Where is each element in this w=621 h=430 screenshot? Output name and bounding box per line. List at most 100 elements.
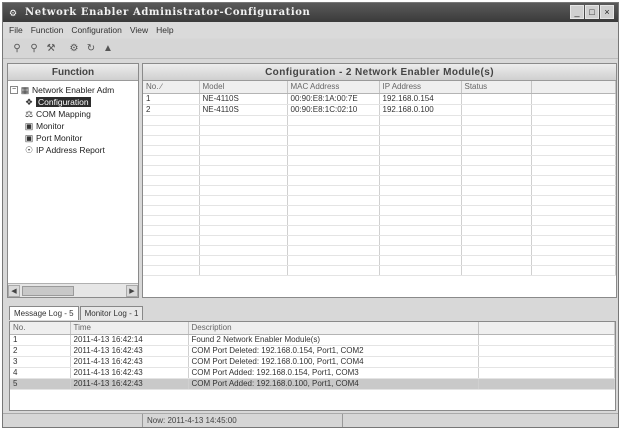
cell-status	[461, 104, 532, 116]
horizontal-scrollbar[interactable]: ◀ ▶	[8, 283, 138, 297]
column-header[interactable]: Time	[70, 322, 189, 335]
table-row-empty	[143, 155, 616, 166]
menu-help[interactable]: Help	[156, 25, 173, 35]
refresh-icon[interactable]: ↻	[85, 43, 97, 55]
cell-filler	[531, 93, 616, 105]
scroll-right-icon[interactable]: ▶	[126, 284, 138, 297]
tree-node-com-mapping[interactable]: ⚖ COM Mapping	[10, 108, 136, 120]
menu-file[interactable]: File	[9, 25, 23, 35]
module-table: No. ∕ Model MAC Address IP Address Statu…	[143, 81, 616, 276]
cell-status	[461, 93, 532, 105]
table-row-empty	[143, 195, 616, 206]
collapse-icon[interactable]: −	[10, 86, 18, 94]
table-row-empty	[143, 115, 616, 126]
tree-node-label: IP Address Report	[36, 145, 105, 155]
column-header[interactable]: No. ∕	[143, 81, 200, 94]
search-icon[interactable]: ⚲	[11, 43, 23, 55]
configuration-panel: Configuration - 2 Network Enabler Module…	[142, 63, 617, 298]
log-row[interactable]: 4 2011-4-13 16:42:43 COM Port Added: 192…	[10, 367, 615, 379]
cell-no: 1	[10, 334, 71, 346]
cell-time: 2011-4-13 16:42:43	[70, 378, 189, 390]
tab-message-log[interactable]: Message Log - 5	[9, 306, 79, 320]
table-row-empty	[143, 185, 616, 196]
mapping-icon: ⚖	[24, 109, 34, 119]
table-header-row: No. ∕ Model MAC Address IP Address Statu…	[143, 81, 616, 94]
menu-function[interactable]: Function	[31, 25, 64, 35]
cell-no: 1	[143, 93, 200, 105]
function-tree: − ▦ Network Enabler Adm ❖ Configuration …	[8, 81, 138, 279]
tree-node-label: Port Monitor	[36, 133, 83, 143]
column-header[interactable]: Description	[188, 322, 479, 335]
tree-node-ip-report[interactable]: ☉ IP Address Report	[10, 144, 136, 156]
close-button[interactable]: ×	[600, 5, 614, 19]
log-row[interactable]: 3 2011-4-13 16:42:43 COM Port Deleted: 1…	[10, 356, 615, 368]
window-controls: _ □ ×	[570, 5, 614, 19]
tree-node-port-monitor[interactable]: ▣ Port Monitor	[10, 132, 136, 144]
menu-configuration[interactable]: Configuration	[71, 25, 122, 35]
table-row-empty	[143, 145, 616, 156]
table-row-empty	[143, 215, 616, 226]
function-panel-title: Function	[8, 64, 138, 81]
tree-node-configuration[interactable]: ❖ Configuration	[10, 96, 136, 108]
menu-view[interactable]: View	[130, 25, 148, 35]
tree-node-root[interactable]: − ▦ Network Enabler Adm	[10, 84, 136, 96]
cell-filler	[478, 356, 615, 368]
monitor-icon: ▣	[24, 133, 34, 143]
function-panel: Function − ▦ Network Enabler Adm ❖ Confi…	[7, 63, 139, 298]
cell-no: 5	[10, 378, 71, 390]
minimize-button[interactable]: _	[570, 5, 584, 19]
tree-node-label: Monitor	[36, 121, 65, 131]
cell-model: NE-4110S	[199, 93, 288, 105]
log-row-selected[interactable]: 5 2011-4-13 16:42:43 COM Port Added: 192…	[10, 378, 615, 390]
status-bar: Now: 2011-4-13 14:45:00	[3, 413, 618, 427]
cell-filler	[478, 334, 615, 346]
settings-icon[interactable]: ⚙	[68, 43, 80, 55]
monitor-icon: ▣	[24, 121, 34, 131]
table-row-empty	[143, 265, 616, 276]
cell-ip: 192.168.0.154	[379, 93, 462, 105]
title-bar[interactable]: ⚙ Network Enabler Administrator-Configur…	[3, 3, 618, 22]
window-title: Network Enabler Administrator-Configurat…	[25, 7, 311, 18]
table-row-empty	[143, 255, 616, 266]
table-row-empty	[143, 225, 616, 236]
configuration-panel-title: Configuration - 2 Network Enabler Module…	[143, 64, 616, 81]
table-row-empty	[143, 165, 616, 176]
status-time: Now: 2011-4-13 14:45:00	[143, 414, 343, 427]
log-row[interactable]: 1 2011-4-13 16:42:14 Found 2 Network Ena…	[10, 334, 615, 346]
cell-no: 3	[10, 356, 71, 368]
config-icon: ❖	[24, 97, 34, 107]
tab-monitor-log[interactable]: Monitor Log - 1	[79, 306, 144, 320]
cell-description: COM Port Added: 192.168.0.100, Port1, CO…	[188, 378, 479, 390]
report-icon: ☉	[24, 145, 34, 155]
tree-node-monitor[interactable]: ▣ Monitor	[10, 120, 136, 132]
tree-node-label: Network Enabler Adm	[32, 85, 115, 95]
app-icon: ⚙	[9, 7, 18, 18]
table-row[interactable]: 2 NE-4110S 00:90:E8:1C:02:10 192.168.0.1…	[143, 104, 616, 116]
cell-time: 2011-4-13 16:42:43	[70, 356, 189, 368]
column-header[interactable]: Model	[199, 81, 288, 94]
toolbar: ⚲ ⚲ ⚒ ⚙ ↻ ▲	[3, 39, 618, 59]
column-header[interactable]: IP Address	[379, 81, 462, 94]
cell-filler	[478, 345, 615, 357]
cell-no: 4	[10, 367, 71, 379]
maximize-button[interactable]: □	[585, 5, 599, 19]
tool-icon[interactable]: ⚒	[45, 43, 57, 55]
scroll-thumb[interactable]	[22, 285, 74, 296]
status-cell-empty	[343, 414, 618, 427]
column-header[interactable]: Status	[461, 81, 532, 94]
column-header[interactable]: MAC Address	[287, 81, 380, 94]
cell-time: 2011-4-13 16:42:43	[70, 345, 189, 357]
column-header[interactable]: No.	[10, 322, 71, 335]
table-row[interactable]: 1 NE-4110S 00:90:E8:1A:00:7E 192.168.0.1…	[143, 93, 616, 105]
table-row-empty	[143, 245, 616, 256]
cell-mac: 00:90:E8:1A:00:7E	[287, 93, 380, 105]
lock-icon[interactable]: ▲	[102, 43, 114, 55]
search-icon[interactable]: ⚲	[28, 43, 40, 55]
scroll-left-icon[interactable]: ◀	[8, 284, 20, 297]
log-tabs: Message Log - 5 Monitor Log - 1	[9, 306, 144, 320]
table-row-empty	[143, 175, 616, 186]
cell-filler	[531, 104, 616, 116]
table-header-row: No. Time Description	[10, 322, 615, 335]
cell-time: 2011-4-13 16:42:43	[70, 367, 189, 379]
log-row[interactable]: 2 2011-4-13 16:42:43 COM Port Deleted: 1…	[10, 345, 615, 357]
